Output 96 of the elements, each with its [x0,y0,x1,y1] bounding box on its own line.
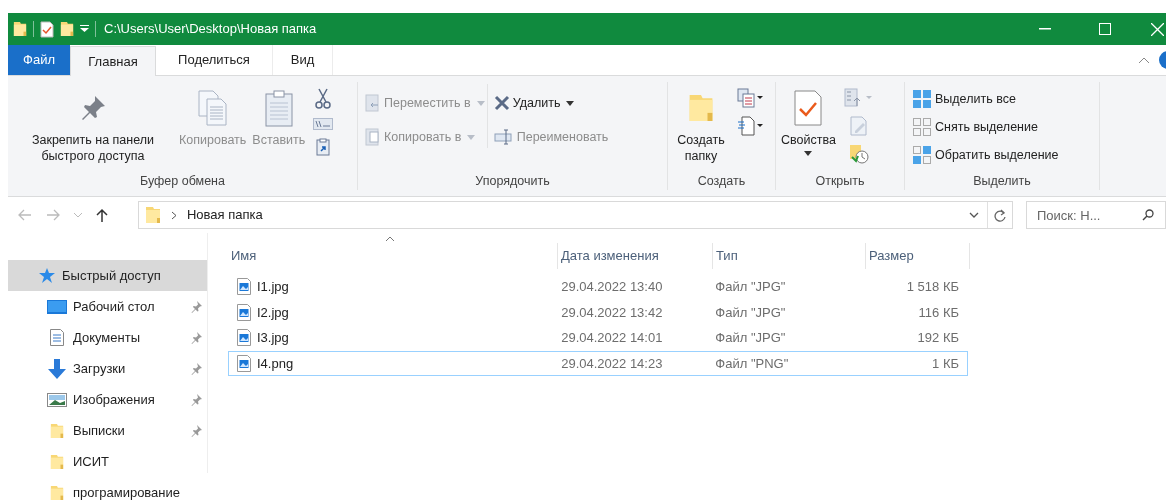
folder-icon [50,421,64,440]
sidebar-item[interactable]: Изображения [8,384,207,415]
ribbon-button[interactable]: Снять выделение [912,116,1059,138]
copy-icon [195,89,230,127]
image-file-icon [237,303,251,321]
file-name: I3.jpg [257,329,289,347]
group-label: Буфер обмена [140,174,225,188]
sidebar-item[interactable]: Рабочий стол [8,291,207,322]
file-type: Файл "PNG" [715,355,789,371]
dropdown-chevron-icon[interactable] [969,212,979,218]
group-label: Открыть [815,174,865,188]
column-header[interactable]: Размер [866,243,970,269]
maximize-icon [1099,23,1111,35]
collapse-ribbon-icon[interactable] [1138,56,1150,64]
window-title: C:\Users\User\Desktop\Новая папка [104,20,317,39]
minimize-icon [1039,28,1051,30]
cut-icon[interactable] [315,88,332,110]
search-field[interactable]: Поиск: Н... [1026,201,1166,229]
file-row[interactable]: I2.jpg 29.04.2022 13:42 Файл "JPG" 116 КБ [228,299,968,325]
ribbon-button[interactable]: Выделить все [912,88,1059,110]
desktop-icon [47,299,67,314]
sidebar-item[interactable]: ИСИТ [8,446,207,477]
modified-date: 29.04.2022 13:42 [561,304,663,320]
sidebar-item[interactable]: Выписки [8,415,207,446]
column-header[interactable]: Имя [228,243,558,269]
ribbon-button[interactable]: Удалить [493,92,609,114]
rename-icon [493,129,514,145]
modified-date: 29.04.2022 14:01 [561,330,663,345]
pictures-icon [47,392,67,407]
breadcrumb-chevron-icon [170,210,177,220]
new-folder-icon [60,20,74,38]
address-field[interactable]: Новая папка [137,201,1013,229]
new-item-icon[interactable] [737,88,763,108]
ribbon-button[interactable]: Обратить выделение [912,144,1059,166]
invert-selection-icon [912,145,932,165]
image-file-icon [237,354,251,372]
group-label: Упорядочить [475,174,550,188]
search-icon [1142,209,1154,221]
group-label: Создать [697,174,746,188]
column-header[interactable]: Дата изменения [558,243,713,269]
folder-icon [50,483,64,502]
dropdown-caret-icon [467,134,476,140]
dropdown-caret-icon [566,100,575,106]
ribbon-button[interactable]: Создать папку [671,84,731,164]
refresh-icon[interactable] [994,208,1006,222]
file-type: Файл "JPG" [715,279,786,294]
sidebar-item[interactable]: Быстрый доступ [8,260,207,291]
file-name: I4.png [257,354,294,373]
file-row[interactable]: I3.jpg 29.04.2022 14:01 Файл "JPG" 192 КБ [228,325,968,351]
properties-icon[interactable] [40,20,54,38]
copy-to-icon [365,128,381,146]
paste-shortcut-icon[interactable] [316,138,331,156]
file-row[interactable]: I1.jpg 29.04.2022 13:40 Файл "JPG" 1 518 КБ [228,274,968,300]
file-row[interactable]: I4.png 29.04.2022 14:23 Файл "PNG" 1 КБ [228,350,968,376]
image-file-icon [237,278,251,296]
help-icon[interactable] [1158,50,1166,70]
file-type: Файл "JPG" [715,304,786,320]
column-header[interactable]: Тип [713,243,866,269]
file-size: 192 КБ [917,330,959,345]
file-type: Файл "JPG" [715,330,786,345]
select-all-icon [912,89,932,109]
image-file-icon [237,329,251,347]
file-name: I1.jpg [257,278,289,296]
delete-icon [493,95,510,111]
move-icon [365,94,381,112]
sidebar-item[interactable]: програмирование [8,477,207,502]
file-size: 1 518 КБ [906,279,959,294]
folder-icon [50,452,64,471]
close-icon [1151,22,1164,36]
dropdown-caret-icon [804,151,813,156]
modified-date: 29.04.2022 13:40 [561,279,663,294]
history-icon[interactable] [848,144,869,164]
breadcrumb[interactable]: Новая папка [186,205,263,225]
folder-icon [144,205,161,225]
folder-icon [13,20,27,38]
ribbon-button[interactable]: Свойства [779,84,838,156]
customize-dropdown-icon[interactable] [80,25,89,33]
copy-path-icon[interactable] [313,118,334,130]
properties-icon [793,89,824,127]
sidebar-item[interactable]: Загрузки [8,353,207,384]
ribbon-tab[interactable]: Главная [70,46,156,76]
clipboard-icon [263,89,294,127]
download-icon [47,358,67,379]
dropdown-caret-icon [476,100,485,106]
up-icon[interactable] [96,208,108,222]
select-none-icon [912,117,932,137]
star-icon [37,267,55,284]
ribbon-button[interactable]: Закрепить на панели быстрого доступа [11,84,175,164]
file-size: 116 КБ [918,304,959,320]
sidebar-item[interactable]: Документы [8,322,207,353]
document-icon [50,329,64,346]
file-size: 1 КБ [932,355,959,371]
modified-date: 29.04.2022 14:23 [561,355,663,371]
ribbon-tab[interactable]: Файл [8,45,70,75]
group-label: Выделить [973,174,1031,188]
file-name: I2.jpg [257,303,289,322]
